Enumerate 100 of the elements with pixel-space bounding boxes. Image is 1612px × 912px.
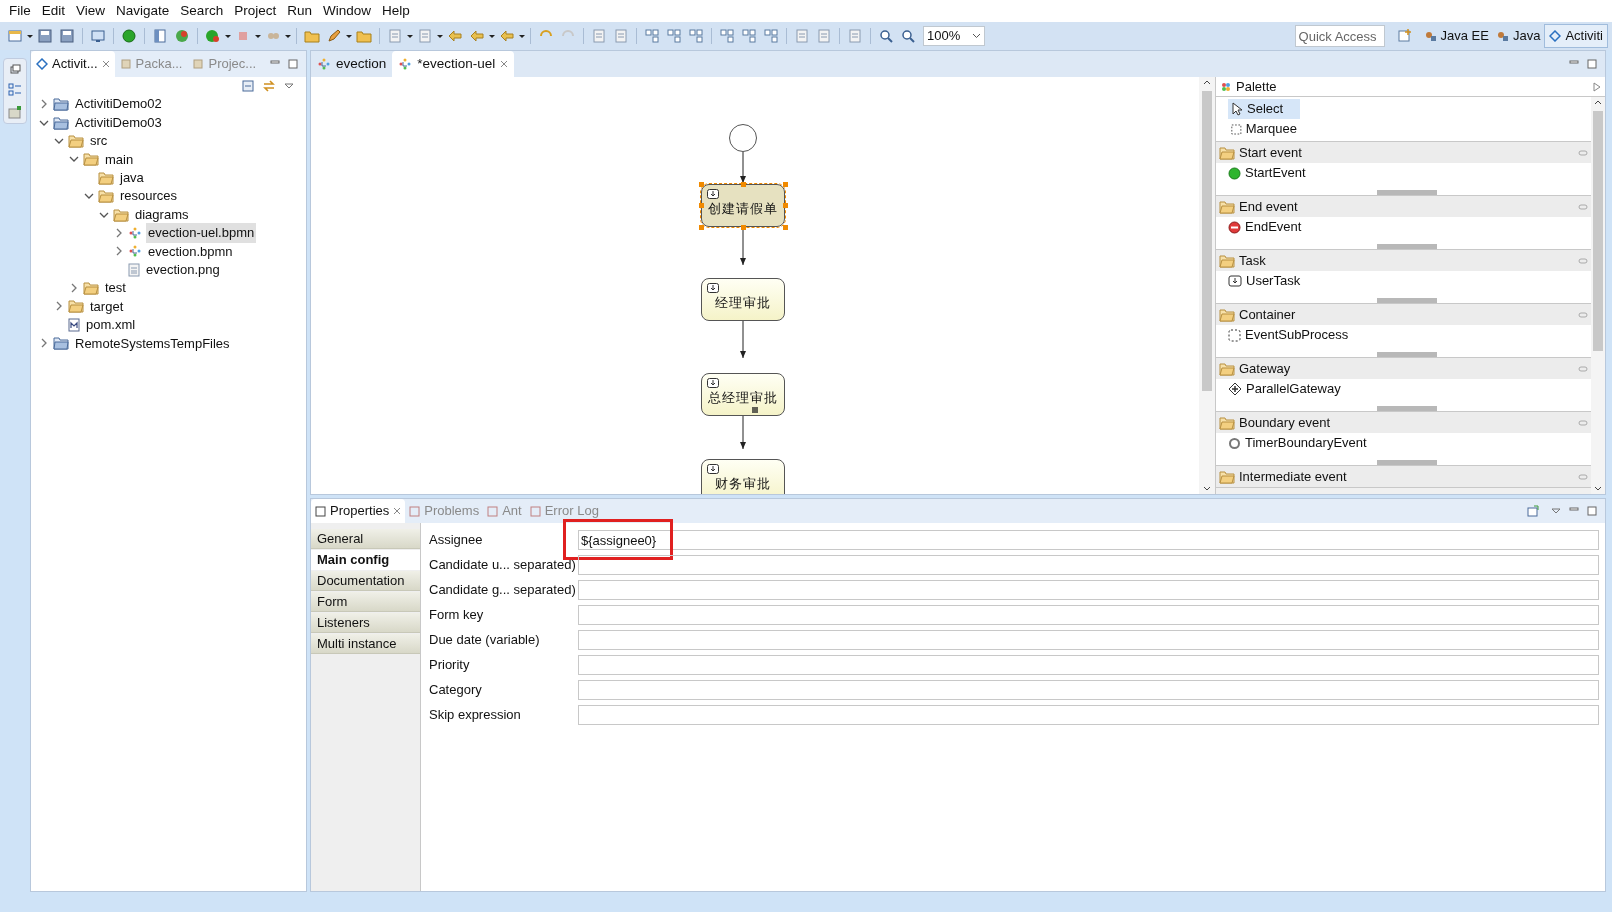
maximize-icon[interactable] — [1587, 59, 1597, 69]
editor-tab[interactable]: *evection-uel — [392, 51, 515, 77]
view-menu-icon[interactable] — [1551, 507, 1561, 515]
section-tab[interactable]: Main config — [311, 550, 420, 570]
document-icon[interactable] — [613, 28, 629, 44]
tree-item[interactable]: ActivitiDemo03 — [73, 112, 164, 133]
pin-icon[interactable] — [1578, 365, 1588, 372]
tree-item[interactable]: diagrams — [133, 204, 191, 225]
chevron-icon[interactable] — [114, 227, 124, 238]
menu-item[interactable]: File — [4, 0, 36, 22]
maximize-icon[interactable] — [288, 59, 298, 69]
zoom-dropdown[interactable]: 100% — [923, 26, 985, 46]
tree-item[interactable]: target — [88, 296, 126, 317]
chevron-icon[interactable] — [114, 246, 124, 257]
perspective-button[interactable]: Java — [1492, 24, 1545, 48]
palette-drawer-header[interactable]: Start event — [1216, 142, 1591, 163]
layout-icon[interactable] — [688, 28, 704, 44]
menu-item[interactable]: View — [71, 0, 111, 22]
perspective-button[interactable]: Java EE — [1420, 24, 1493, 48]
palette-drawer-header[interactable]: Task — [1216, 250, 1591, 271]
task-node[interactable]: 总经理审批 — [701, 373, 785, 416]
folder-icon[interactable] — [304, 28, 320, 44]
tree-item[interactable]: test — [103, 278, 128, 298]
collapse-palette-icon[interactable] — [1593, 81, 1601, 92]
section-tab[interactable]: Multi instance — [311, 634, 420, 654]
palette-drawer-header[interactable]: Gateway — [1216, 358, 1591, 379]
tree-item[interactable]: evection-uel.bpmn — [146, 223, 257, 243]
drawer-scroll-handle[interactable] — [1377, 352, 1437, 357]
selection-handle[interactable] — [699, 225, 704, 230]
selection-handle[interactable] — [699, 203, 704, 208]
drawer-scroll-handle[interactable] — [1377, 244, 1437, 249]
palette-drawer-header[interactable]: End event — [1216, 196, 1591, 217]
maximize-icon[interactable] — [1587, 506, 1597, 516]
pin-icon[interactable] — [1578, 149, 1588, 156]
restore-icon[interactable] — [9, 63, 21, 75]
drawer-scroll-handle[interactable] — [1377, 460, 1437, 465]
tree-item[interactable]: RemoteSystemsTempFiles — [73, 333, 232, 354]
task-node[interactable]: 经理审批 — [701, 278, 785, 321]
tree-item[interactable]: evection.bpmn — [146, 241, 235, 262]
selection-handle[interactable] — [741, 225, 746, 230]
view-tab[interactable]: Activit... — [31, 51, 115, 77]
chevron-icon[interactable] — [39, 99, 49, 110]
menu-item[interactable]: Help — [376, 0, 415, 22]
link-arrows-icon[interactable] — [262, 79, 276, 93]
pencil-icon[interactable] — [326, 28, 342, 44]
save-icon[interactable] — [37, 28, 53, 44]
document-icon[interactable] — [816, 28, 832, 44]
collapse-all-icon[interactable] — [242, 80, 254, 92]
debug-icon[interactable] — [121, 28, 137, 44]
section-tab[interactable]: General — [311, 529, 420, 549]
globe-icon[interactable] — [174, 28, 190, 44]
drawer-scroll-handle[interactable] — [1377, 406, 1437, 411]
quick-access-field[interactable]: Quick Access — [1294, 25, 1385, 47]
document-icon[interactable] — [847, 28, 863, 44]
tree-item[interactable]: java — [118, 168, 146, 188]
drawer-scroll-handle[interactable] — [1377, 298, 1437, 303]
selection-handle[interactable] — [783, 225, 788, 230]
save-icon[interactable] — [59, 28, 75, 44]
text-field[interactable] — [578, 655, 1599, 675]
palette-tool[interactable]: Marquee — [1228, 119, 1300, 139]
menu-item[interactable]: Navigate — [111, 0, 175, 22]
pin-view-icon[interactable] — [1527, 505, 1539, 517]
editor-tab[interactable]: evection — [311, 51, 393, 77]
layout-icon[interactable] — [763, 28, 779, 44]
tree-item[interactable]: src — [88, 131, 110, 151]
menu-item[interactable]: Window — [317, 0, 376, 22]
selection-handle[interactable] — [699, 182, 704, 187]
palette-tool[interactable]: Select — [1228, 99, 1300, 119]
pin-icon[interactable] — [1578, 419, 1588, 426]
menu-item[interactable]: Search — [175, 0, 229, 22]
task-node[interactable]: 创建请假单 — [701, 184, 785, 227]
menu-item[interactable]: Edit — [36, 0, 71, 22]
palette-drawer-header[interactable]: Intermediate event — [1216, 466, 1591, 487]
text-field[interactable] — [578, 680, 1599, 700]
section-tab[interactable]: Listeners — [311, 613, 420, 633]
zoom-icon[interactable] — [900, 28, 916, 44]
text-field[interactable] — [578, 705, 1599, 725]
text-field[interactable] — [578, 555, 1599, 575]
chevron-icon[interactable] — [69, 283, 79, 294]
tree-item[interactable]: evection.png — [144, 259, 222, 280]
palette-drawer-header[interactable]: Boundary event — [1216, 412, 1591, 433]
view-menu-icon[interactable] — [284, 82, 294, 90]
section-tab[interactable]: Documentation — [311, 571, 420, 591]
view-tab[interactable]: Properties — [311, 499, 406, 523]
server-icon[interactable] — [8, 105, 22, 119]
selection-handle[interactable] — [783, 203, 788, 208]
palette-drawer-header[interactable]: Container — [1216, 304, 1591, 325]
scroll-thumb[interactable] — [1202, 91, 1212, 391]
panel-icon[interactable] — [152, 28, 168, 44]
close-icon[interactable] — [393, 507, 402, 515]
text-field[interactable] — [578, 580, 1599, 600]
layout-icon[interactable] — [666, 28, 682, 44]
section-tab[interactable]: Form — [311, 592, 420, 612]
pin-icon[interactable] — [1578, 257, 1588, 264]
text-field[interactable] — [578, 605, 1599, 625]
tree-item[interactable]: pom.xml — [84, 315, 138, 335]
text-field[interactable] — [578, 630, 1599, 650]
tree-item[interactable]: resources — [118, 186, 180, 206]
layout-icon[interactable] — [719, 28, 735, 44]
layout-icon[interactable] — [644, 28, 660, 44]
